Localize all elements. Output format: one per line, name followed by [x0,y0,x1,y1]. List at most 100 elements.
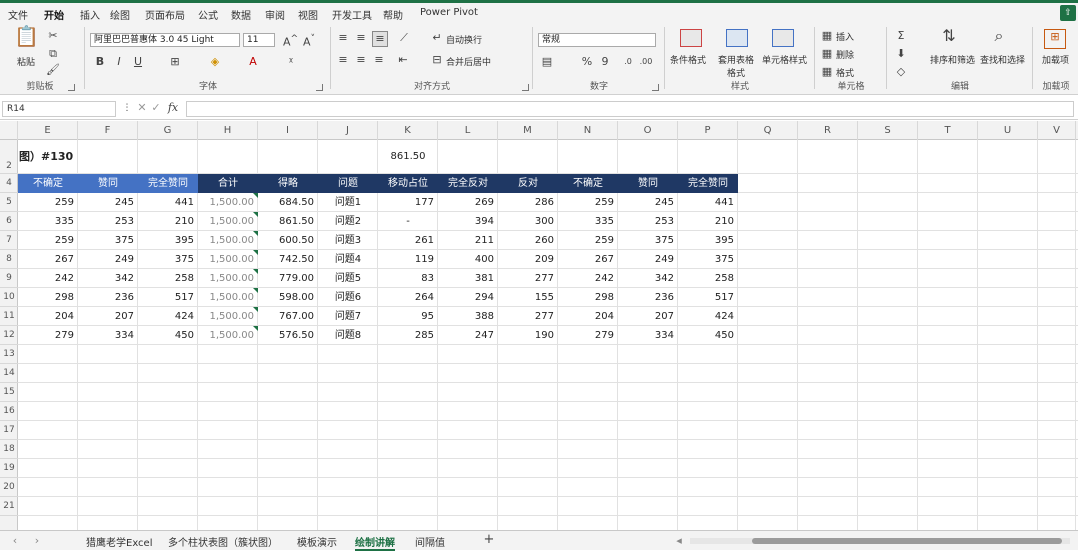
data-cell[interactable]: 253 [78,212,138,231]
menu-draw[interactable]: 绘图 [110,7,130,22]
data-cell[interactable]: 441 [138,193,198,212]
data-cell[interactable]: 204 [18,307,78,326]
sort-filter-icon[interactable]: ⇅ [938,28,960,44]
data-cell[interactable]: 375 [138,250,198,269]
data-cell[interactable]: 249 [618,250,678,269]
data-cell[interactable]: 279 [558,326,618,345]
data-cell[interactable]: 210 [678,212,738,231]
column-header-L[interactable]: L [438,121,498,140]
data-cell[interactable]: - [378,212,438,231]
paste-label[interactable]: 粘贴 [17,55,35,68]
format-cells-icon[interactable]: ▦ [820,65,834,79]
column-header-S[interactable]: S [858,121,918,140]
table-header-cell[interactable]: 反对 [498,174,558,193]
align-right-icon[interactable]: ≡ [372,53,386,67]
menu-page-layout[interactable]: 页面布局 [145,7,185,22]
column-header-K[interactable]: K [378,121,438,140]
row-header-13[interactable]: 13 [0,345,18,364]
data-cell[interactable]: 249 [78,250,138,269]
find-select-button[interactable]: 查找和选择 [980,53,1025,66]
menu-formulas[interactable]: 公式 [198,7,218,22]
k2-value-cell[interactable]: 861.50 [378,140,438,174]
data-cell[interactable]: 1,500.00 [198,288,258,307]
cell-grid[interactable]: 图）#130 861.50 不确定 赞同 完全赞同 合计 得略 问题 移动占位 完全反对 反对 不确定… [18,140,1078,530]
data-cell[interactable]: 269 [438,193,498,212]
data-cell[interactable]: 1,500.00 [198,212,258,231]
copy-icon[interactable]: ⧉ [46,47,60,61]
data-cell[interactable]: 190 [498,326,558,345]
data-cell[interactable]: 242 [558,269,618,288]
font-launcher-icon[interactable] [316,84,323,91]
row-header-17[interactable]: 17 [0,421,18,440]
clear-icon[interactable]: ◇ [894,65,908,79]
data-cell[interactable]: 259 [558,231,618,250]
data-cell[interactable]: 问题6 [318,288,378,307]
currency-icon[interactable]: ▤ [540,55,554,69]
data-cell[interactable]: 259 [18,231,78,250]
format-table-button[interactable]: 套用表格格式 [714,53,758,79]
column-header-Q[interactable]: Q [738,121,798,140]
clipboard-launcher-icon[interactable] [68,84,75,91]
data-cell[interactable]: 1,500.00 [198,193,258,212]
wrap-text-icon[interactable]: ↵ [430,31,444,45]
table-header-cell[interactable]: 赞同 [618,174,678,193]
sheet-tab-3[interactable]: 模板演示 [297,534,337,549]
data-cell[interactable]: 279 [18,326,78,345]
align-middle-icon[interactable]: ≡ [354,31,368,45]
name-box[interactable]: R14 [2,101,116,117]
data-cell[interactable]: 779.00 [258,269,318,288]
column-header-G[interactable]: G [138,121,198,140]
data-cell[interactable]: 260 [498,231,558,250]
data-cell[interactable]: 177 [378,193,438,212]
row-header-21[interactable]: 21 [0,497,18,516]
table-header-cell[interactable]: 移动占位 [378,174,438,193]
data-cell[interactable]: 767.00 [258,307,318,326]
number-launcher-icon[interactable] [652,84,659,91]
data-cell[interactable]: 245 [78,193,138,212]
table-header-cell[interactable]: 赞同 [78,174,138,193]
table-header-cell[interactable]: 合计 [198,174,258,193]
data-cell[interactable]: 375 [678,250,738,269]
row-header-10[interactable]: 10 [0,288,18,307]
data-cell[interactable]: 742.50 [258,250,318,269]
insert-cells-icon[interactable]: ▦ [820,29,834,43]
data-cell[interactable]: 684.50 [258,193,318,212]
row-header-9[interactable]: 9 [0,269,18,288]
row-header-16[interactable]: 16 [0,402,18,421]
data-cell[interactable]: 258 [138,269,198,288]
sheet-title-cell[interactable]: 图）#130 [18,140,138,174]
cancel-icon[interactable]: ✕ [136,101,148,115]
data-cell[interactable]: 1,500.00 [198,307,258,326]
row-header-5[interactable]: 5 [0,193,18,212]
data-cell[interactable]: 242 [18,269,78,288]
column-header-F[interactable]: F [78,121,138,140]
data-cell[interactable]: 335 [558,212,618,231]
menu-data[interactable]: 数据 [231,7,251,22]
row-header-15[interactable]: 15 [0,383,18,402]
menu-home[interactable]: 开始 [44,7,64,26]
comma-button[interactable]: 9 [598,55,612,69]
sort-filter-button[interactable]: 排序和筛选 [930,53,975,66]
sheet-tab-4[interactable]: 绘制讲解 [355,534,395,551]
cell-styles-icon[interactable] [772,29,794,47]
add-sheet-button[interactable]: + [482,533,496,547]
menu-power-pivot[interactable]: Power Pivot [420,7,478,18]
menu-insert[interactable]: 插入 [80,7,100,22]
data-cell[interactable]: 450 [678,326,738,345]
data-cell[interactable]: 问题3 [318,231,378,250]
delete-cells-button[interactable]: 删除 [836,48,854,61]
data-cell[interactable]: 245 [618,193,678,212]
column-header-O[interactable]: O [618,121,678,140]
data-cell[interactable]: 207 [618,307,678,326]
data-cell[interactable]: 286 [498,193,558,212]
align-center-icon[interactable]: ≡ [354,53,368,67]
alignment-launcher-icon[interactable] [522,84,529,91]
menu-help[interactable]: 帮助 [383,7,403,22]
table-header-cell[interactable]: 完全赞同 [138,174,198,193]
select-all-corner[interactable] [0,121,18,140]
menu-developer[interactable]: 开发工具 [332,7,372,22]
data-cell[interactable]: 236 [618,288,678,307]
merge-icon[interactable]: ⊟ [430,53,444,67]
data-cell[interactable]: 259 [558,193,618,212]
data-cell[interactable]: 247 [438,326,498,345]
